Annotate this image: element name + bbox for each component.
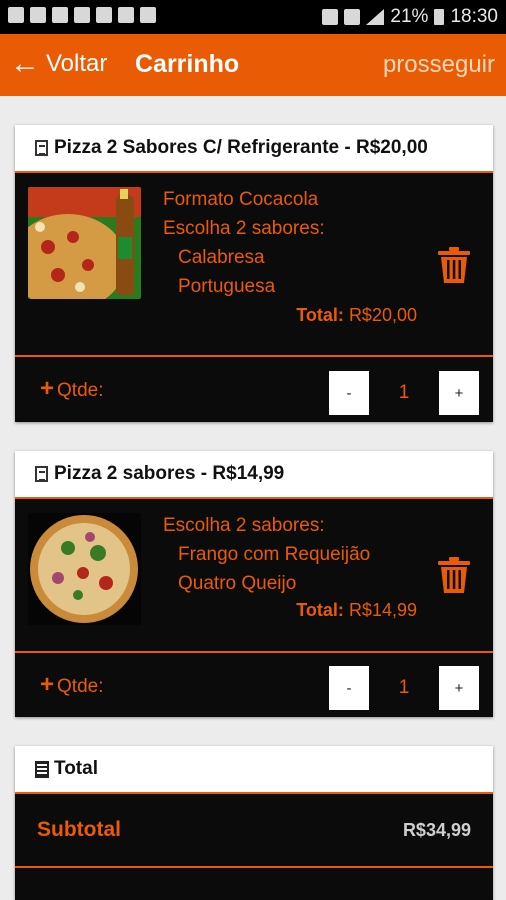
- increase-button[interactable]: +: [439, 371, 479, 415]
- total-label: Total:: [296, 600, 344, 620]
- back-label: Voltar: [46, 50, 108, 77]
- item-details: Escolha 2 sabores: Frango com Requeijão …: [163, 511, 370, 598]
- subtotal-label: Subtotal: [37, 818, 121, 841]
- app-bar: ← Voltar Carrinho prosseguir: [0, 34, 506, 96]
- quantity-label: + Qtde:: [40, 671, 104, 699]
- quantity-label: + Qtde:: [40, 375, 104, 403]
- product-image: [28, 513, 141, 625]
- divider: [15, 651, 493, 653]
- quantity-value: 1: [398, 677, 410, 698]
- tag-icon: [118, 7, 134, 23]
- system-status: 21% 18:30: [322, 6, 498, 28]
- divider: [15, 355, 493, 357]
- flavor-item: Calabresa: [178, 247, 265, 268]
- plus-icon: +: [40, 671, 55, 698]
- mute-icon: [322, 9, 339, 25]
- decrease-button[interactable]: -: [329, 666, 369, 710]
- proceed-button[interactable]: prosseguir: [383, 51, 495, 79]
- trash-icon[interactable]: [437, 557, 471, 593]
- flavors-label: Escolha 2 sabores:: [163, 515, 325, 536]
- flavor-item: Frango com Requeijão: [178, 544, 371, 565]
- document-icon: [35, 466, 48, 482]
- decrease-button[interactable]: -: [329, 371, 369, 415]
- wifi-icon: [344, 9, 361, 25]
- status-bar: 21% 18:30: [0, 0, 506, 34]
- fish-icon: [74, 7, 90, 23]
- plus-icon: +: [40, 375, 55, 402]
- totals-header: Total: [15, 746, 493, 794]
- notification-icons: [8, 7, 156, 23]
- item-total: Total: R$20,00: [296, 305, 417, 326]
- qty-text: Qtde:: [57, 676, 104, 697]
- cart-item-header: Pizza 2 sabores - R$14,99: [15, 451, 493, 499]
- option-line: Formato Cocacola: [163, 189, 319, 210]
- clock: 18:30: [450, 6, 498, 27]
- totals-title: Total: [54, 758, 98, 779]
- back-arrow-icon: ←: [10, 47, 40, 80]
- back-button[interactable]: ← Voltar: [10, 49, 107, 79]
- cart-item-body: Escolha 2 sabores: Frango com Requeijão …: [15, 499, 493, 653]
- cart-item-title: Pizza 2 sabores - R$14,99: [54, 463, 285, 484]
- quantity-stepper: - 1 +: [329, 371, 479, 415]
- trash-icon[interactable]: [437, 247, 471, 283]
- subtotal-value: R$34,99: [402, 820, 471, 840]
- document-icon: [35, 140, 48, 156]
- divider: [15, 866, 493, 868]
- item-total: Total: R$14,99: [296, 600, 417, 621]
- quantity-stepper: - 1 +: [329, 666, 479, 710]
- page-title: Carrinho: [135, 50, 240, 78]
- increase-button[interactable]: +: [439, 666, 479, 710]
- total-label: Total:: [296, 305, 344, 325]
- mail-icon: [30, 7, 46, 23]
- totals-card: Total Subtotal R$34,99: [15, 746, 493, 900]
- quantity-value: 1: [398, 382, 410, 403]
- item-details: Formato Cocacola Escolha 2 sabores: Cala…: [163, 185, 325, 301]
- signal-icon: [366, 9, 385, 25]
- calculator-icon: [35, 760, 49, 778]
- cart-item-body: Formato Cocacola Escolha 2 sabores: Cala…: [15, 173, 493, 357]
- product-image: [28, 187, 141, 299]
- total-value: R$14,99: [348, 600, 417, 620]
- totals-body: Subtotal R$34,99: [15, 794, 493, 900]
- cart-item-title: Pizza 2 Sabores C/ Refrigerante - R$20,0…: [54, 137, 428, 158]
- cart-item-card: Pizza 2 sabores - R$14,99 Escolha 2 sabo…: [15, 451, 493, 717]
- flavors-label: Escolha 2 sabores:: [163, 218, 325, 239]
- cart-item-card: Pizza 2 Sabores C/ Refrigerante - R$20,0…: [15, 125, 493, 422]
- battery-percent: 21%: [390, 6, 429, 27]
- qty-text: Qtde:: [57, 380, 104, 401]
- app-icon: [96, 7, 112, 23]
- image-icon: [8, 7, 24, 23]
- flavor-item: Portuguesa: [178, 276, 276, 297]
- total-value: R$20,00: [348, 305, 417, 325]
- app-icon: [52, 7, 68, 23]
- flavor-item: Quatro Queijo: [178, 573, 297, 594]
- voicemail-icon: [140, 7, 156, 23]
- cart-item-header: Pizza 2 Sabores C/ Refrigerante - R$20,0…: [15, 125, 493, 173]
- battery-icon: [434, 9, 445, 25]
